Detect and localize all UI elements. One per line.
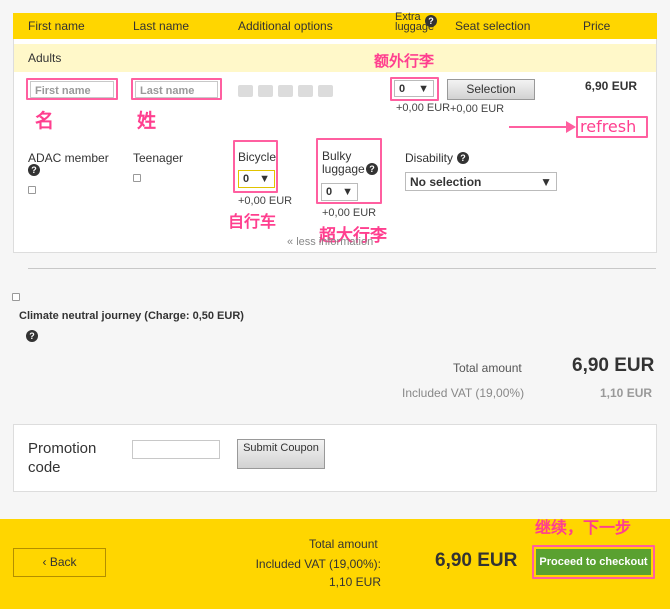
last-name-input[interactable]: Last name (135, 81, 218, 98)
submit-coupon-button[interactable]: Submit Coupon (237, 439, 325, 469)
less-info-label: less information (296, 236, 374, 248)
seat-price: +0,00 EUR (450, 103, 505, 115)
bulky-value: 0 (326, 186, 333, 198)
total-amount-value: 6,90 EUR (572, 355, 655, 376)
disability-help-icon[interactable]: ? (457, 152, 469, 164)
annotation-refresh: refresh (580, 117, 637, 136)
bulky-price: +0,00 EUR (322, 207, 377, 219)
footer-total-value: 6,90 EUR (435, 550, 518, 571)
first-name-input[interactable]: First name (30, 81, 114, 98)
disability-label: Disability (405, 151, 454, 165)
header-extra-luggage: Extra luggage (395, 11, 435, 33)
refresh-arrow-head (566, 121, 576, 133)
refresh-arrow-line (509, 126, 573, 128)
disability-select[interactable]: No selection ▼ (405, 172, 557, 191)
climate-checkbox[interactable] (12, 293, 20, 301)
passenger-price: 6,90 EUR (585, 79, 638, 93)
annotation-first-name: 名 (35, 110, 55, 132)
climate-help-icon[interactable]: ? (26, 330, 38, 342)
vat-label: Included VAT (19,00%) (402, 386, 525, 400)
chevron-down-icon: ▼ (540, 174, 552, 189)
adults-section-bar (14, 44, 656, 72)
bulky-help-icon[interactable]: ? (366, 163, 378, 175)
bulky-label: Bulky luggage (322, 149, 365, 176)
chevron-down-icon: ▼ (342, 186, 353, 198)
back-button[interactable]: ‹ Back (13, 548, 106, 577)
header-first-name: First name (28, 19, 85, 33)
annotation-bicycle: 自行车 (228, 212, 277, 231)
bicycle-select[interactable]: 0 ▼ (238, 170, 275, 188)
chevron-down-icon: ▼ (259, 173, 270, 185)
climate-label: Climate neutral journey (Charge: 0,50 EU… (19, 310, 244, 322)
bicycle-label: Bicycle (238, 150, 277, 164)
annotation-extra-luggage: 额外行李 (374, 52, 435, 70)
header-seat-selection: Seat selection (455, 19, 531, 33)
disability-value: No selection (410, 174, 482, 189)
teenager-label: Teenager (133, 151, 184, 165)
ams-icon[interactable] (238, 85, 253, 97)
extra-luggage-value: 0 (399, 82, 406, 95)
promotion-card (13, 424, 657, 492)
bulky-select[interactable]: 0 ▼ (321, 183, 358, 201)
u26-icon[interactable] (258, 85, 273, 97)
table-header (13, 13, 657, 39)
chevron-up-icon: « (287, 236, 294, 248)
adac-label: ADAC member (28, 151, 109, 165)
footer-vat-line: Included VAT (19,00%): 1,10 EUR (255, 557, 381, 589)
proceed-to-checkout-button[interactable]: Proceed to checkout (536, 549, 651, 575)
adults-label: Adults (28, 51, 62, 65)
adac-help-icon[interactable]: ? (28, 164, 40, 176)
bike-icon[interactable] (278, 85, 293, 97)
bicycle-value: 0 (243, 173, 250, 185)
header-last-name: Last name (133, 19, 190, 33)
annotation-continue: 继续，下一步 (535, 518, 632, 537)
bicycle-price: +0,00 EUR (238, 195, 293, 207)
total-amount-label: Total amount (453, 361, 522, 375)
adac-checkbox[interactable] (28, 186, 36, 194)
mail-icon[interactable] (298, 85, 313, 97)
back-label: Back (49, 555, 77, 569)
promotion-code-input[interactable] (132, 440, 220, 459)
seat-selection-button[interactable]: Selection (447, 79, 535, 100)
teenager-checkbox[interactable] (133, 174, 141, 182)
tl-icon[interactable] (318, 85, 333, 97)
extra-luggage-price: +0,00 EUR (396, 102, 451, 114)
extra-luggage-select[interactable]: 0 ▼ (394, 80, 434, 97)
annotation-last-name: 姓 (137, 110, 157, 132)
divider (28, 268, 656, 269)
footer-total-label: Total amount (309, 537, 378, 551)
chevron-down-icon: ▼ (418, 82, 429, 95)
vat-value: 1,10 EUR (600, 386, 653, 400)
promotion-label: Promotion code (28, 440, 97, 476)
header-price: Price (583, 19, 611, 33)
header-additional-options: Additional options (238, 19, 333, 33)
chevron-left-icon: ‹ (42, 555, 47, 569)
less-info-link[interactable]: « less information (287, 236, 373, 248)
extra-luggage-help-icon[interactable]: ? (425, 15, 437, 27)
